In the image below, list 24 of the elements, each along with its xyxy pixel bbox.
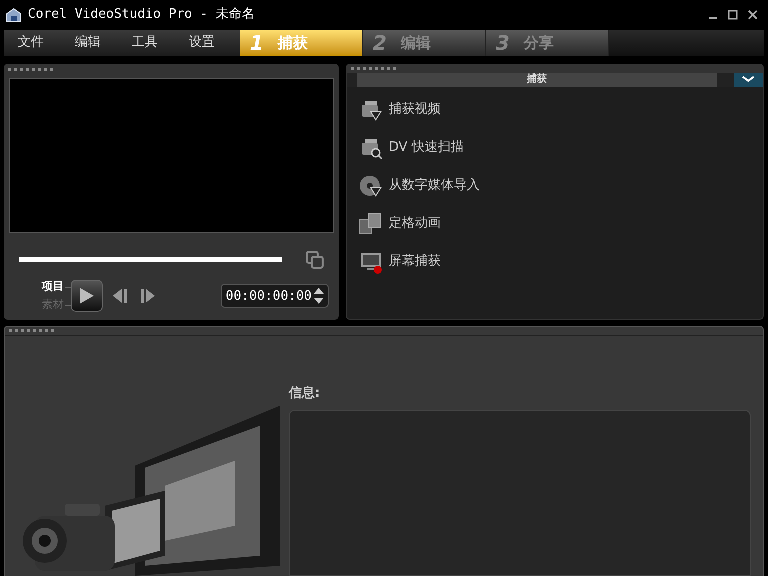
mode-option[interactable]: 项目 [42,278,64,296]
menu-item[interactable]: 文件 [10,33,52,53]
disc-icon [359,174,383,198]
copy-icon[interactable] [306,250,324,269]
close-icon[interactable] [748,10,758,20]
capture-option[interactable]: 定格动画 [359,210,763,237]
window-title: Corel VideoStudio Pro - 未命名 [28,6,255,24]
play-icon [80,288,94,304]
info-label: 信息: [289,385,322,403]
panel-title: 捕获 [357,72,717,87]
capture-option[interactable]: 屏幕捕获 [359,248,763,275]
spin-arrows-icon[interactable] [314,287,324,306]
timecode-field[interactable]: 00:00:00:00 [220,284,329,308]
restore-icon[interactable] [728,10,738,20]
dropdown-button[interactable] [734,72,763,87]
capture-option[interactable]: 捕获视频 [359,96,763,123]
capture-option[interactable]: 从数字媒体导入 [359,172,763,199]
menu-item[interactable]: 设置 [181,33,223,53]
menu-item[interactable]: 工具 [124,33,166,53]
scrubber-bar[interactable] [19,257,282,262]
play-button[interactable] [71,280,103,312]
app-icon [6,6,22,23]
capture-option[interactable]: DV 快速扫描 [359,134,763,161]
menu-item[interactable]: 编辑 [67,33,109,53]
